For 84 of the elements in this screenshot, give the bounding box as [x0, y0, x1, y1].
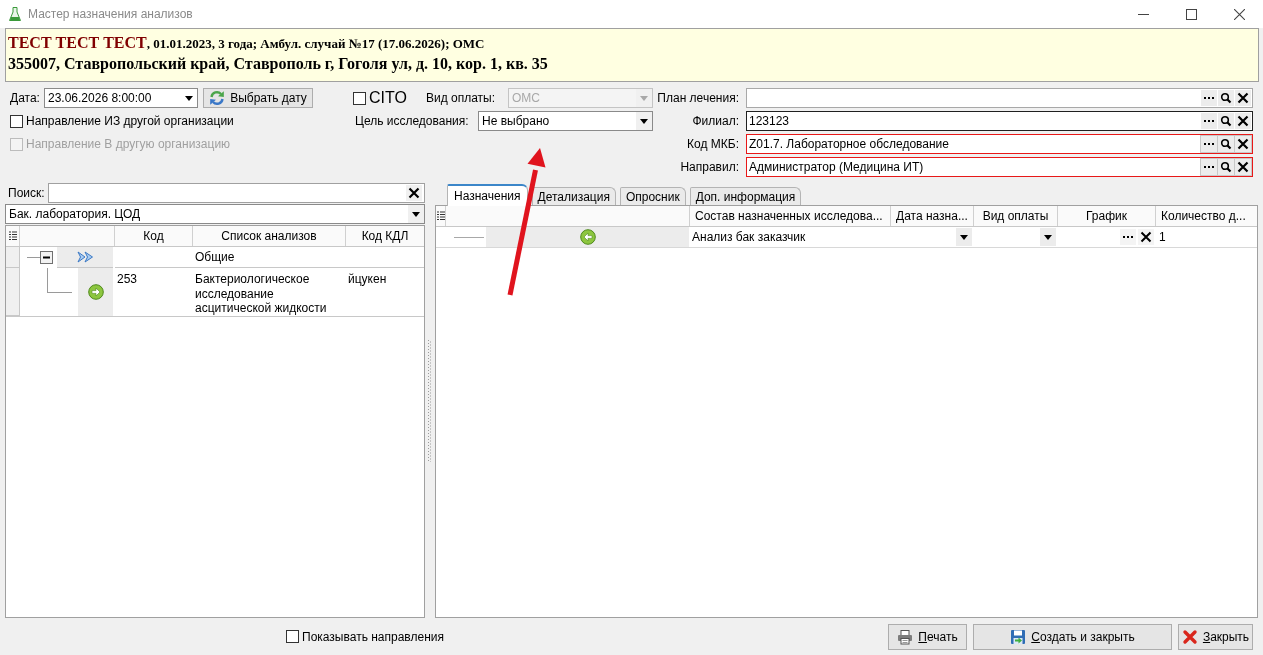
left-arrow-circle-icon[interactable] [579, 229, 596, 245]
checkbox[interactable] [353, 91, 366, 105]
date-dropdown[interactable]: 23.06.2026 8:00:00 [44, 88, 198, 108]
search-icon[interactable] [1218, 90, 1234, 106]
lookup-field[interactable] [746, 88, 1253, 108]
column-header[interactable]: Код [115, 226, 193, 246]
collapse-icon[interactable] [40, 251, 53, 264]
column-header[interactable]: Вид оплаты [974, 206, 1058, 226]
double-chevron-icon [76, 251, 94, 263]
search-icon[interactable] [1218, 136, 1234, 152]
tab[interactable]: Опросник [619, 187, 686, 205]
clear-icon[interactable] [1235, 159, 1251, 175]
column-header[interactable]: Список анализов [193, 226, 346, 246]
lookup-field[interactable]: 123123 [746, 111, 1253, 131]
save-button[interactable]: Создать и закрыть [973, 623, 1172, 650]
clear-icon[interactable] [1235, 90, 1251, 106]
printer-icon [897, 628, 914, 645]
tab[interactable]: Назначения [447, 184, 528, 206]
column-header[interactable]: Состав назначенных исследова... [690, 206, 891, 226]
column-list-icon[interactable] [8, 230, 17, 242]
checkbox-label[interactable]: Направление ИЗ другой организации [26, 114, 234, 128]
column-header[interactable]: Количество д... [1156, 206, 1257, 226]
checkbox[interactable] [10, 114, 23, 128]
search-label: Поиск: [8, 186, 46, 200]
pick-date-button[interactable]: Выбрать дату [203, 88, 313, 108]
close-button[interactable]: Закрыть [1178, 623, 1253, 650]
table-cell: йцукен [348, 272, 387, 287]
tab[interactable]: Доп. информация [689, 187, 802, 205]
caret-icon[interactable] [636, 112, 652, 130]
column-header[interactable]: График [1058, 206, 1156, 226]
minimize-icon[interactable] [1137, 13, 1149, 15]
field-label: Цель исследования: [355, 114, 469, 128]
search-icon[interactable] [1218, 159, 1234, 175]
print-button[interactable]: Печать [888, 623, 967, 650]
lookup-field[interactable]: Администратор (Медицина ИТ) [746, 157, 1253, 177]
field-label: План лечения: [656, 91, 740, 105]
more-icon[interactable] [1201, 113, 1217, 129]
maximize-icon[interactable] [1185, 8, 1197, 20]
column-list-icon[interactable] [436, 210, 445, 222]
more-icon[interactable] [1201, 90, 1217, 106]
patient-details: , 01.01.2023, 3 года; Амбул. случай №17 (17.06.2026); ОМС [146, 36, 485, 51]
field-label: Направил: [679, 160, 740, 174]
tab[interactable]: Детализация [531, 187, 616, 205]
more-icon[interactable] [1201, 136, 1217, 152]
search-field[interactable] [48, 183, 425, 203]
purpose-dropdown[interactable]: Не выбрано [478, 111, 653, 131]
table-cell: Анализ бак заказчик [692, 230, 806, 244]
field-label: Филиал: [691, 114, 740, 128]
patient-address: 355007, Ставропольский край, Ставрополь г, Гоголя ул, д. 10, кор. 1, кв. 35 [8, 55, 548, 72]
table-cell: Общие [195, 250, 235, 264]
flask-icon [9, 7, 21, 21]
grip-icon[interactable] [428, 339, 432, 462]
checkbox[interactable] [286, 630, 299, 643]
checkbox-label[interactable]: Показывать направления [302, 629, 444, 644]
save-icon [1010, 628, 1027, 645]
caret-icon[interactable] [956, 228, 972, 246]
checkbox-label[interactable]: CITO [369, 89, 407, 107]
table-cell: 1 [1159, 230, 1166, 244]
column-header[interactable]: Дата назна... [891, 206, 974, 226]
date-label: Дата: [10, 91, 41, 105]
more-icon[interactable] [1201, 159, 1217, 175]
search-icon[interactable] [1218, 113, 1234, 129]
clear-icon[interactable] [1235, 113, 1251, 129]
table-cell-text: Бактериологическое исследование асцитической жидкости [195, 272, 328, 316]
caret-icon[interactable] [408, 205, 424, 223]
lookup-field[interactable]: Z01.7. Лабораторное обследование [746, 134, 1253, 154]
tree-connector [454, 236, 484, 238]
caret-icon[interactable] [1040, 228, 1056, 246]
close-icon [1181, 628, 1198, 645]
patient-name: ТЕСТ ТЕСТ ТЕСТ [8, 34, 147, 51]
table-cell: 253 [117, 272, 138, 287]
column-header[interactable]: Код КДЛ [346, 226, 424, 246]
clear-icon[interactable] [1235, 136, 1251, 152]
tree-connector [47, 268, 72, 293]
field-label: Код МКБ: [686, 137, 740, 151]
clear-icon[interactable] [1138, 229, 1154, 245]
right-arrow-circle-icon[interactable] [87, 284, 104, 300]
close-icon[interactable] [1233, 8, 1245, 20]
laboratory-dropdown[interactable]: Бак. лаборатория. ЦОД [5, 204, 425, 224]
more-icon[interactable] [1120, 229, 1136, 245]
window-title: Мастер назначения анализов [28, 7, 193, 21]
clear-icon[interactable] [406, 185, 422, 201]
refresh-icon [209, 90, 226, 106]
field-label: Вид оплаты: [425, 91, 496, 105]
